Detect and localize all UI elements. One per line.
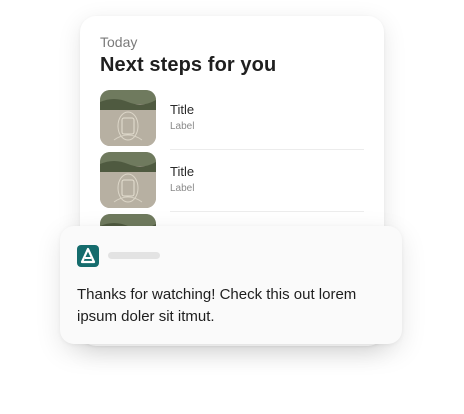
app-logo-icon — [77, 245, 99, 267]
item-label: Label — [170, 121, 195, 132]
item-title: Title — [170, 102, 195, 117]
list-item[interactable]: Title Label — [100, 90, 364, 152]
card-eyebrow: Today — [100, 34, 138, 50]
item-divider — [170, 211, 364, 212]
list-item[interactable]: Title Label — [100, 152, 364, 214]
stage: Today Next steps for you Title Label Tit… — [0, 0, 464, 414]
item-title: Title — [170, 164, 195, 179]
item-thumbnail — [100, 90, 156, 146]
notification-panel[interactable]: Thanks for watching! Check this out lore… — [60, 226, 402, 344]
item-divider — [170, 149, 364, 150]
item-thumbnail — [100, 152, 156, 208]
notification-message: Thanks for watching! Check this out lore… — [77, 286, 357, 325]
card-headline: Next steps for you — [100, 54, 277, 76]
item-label: Label — [170, 183, 195, 194]
app-name-placeholder — [108, 252, 160, 259]
